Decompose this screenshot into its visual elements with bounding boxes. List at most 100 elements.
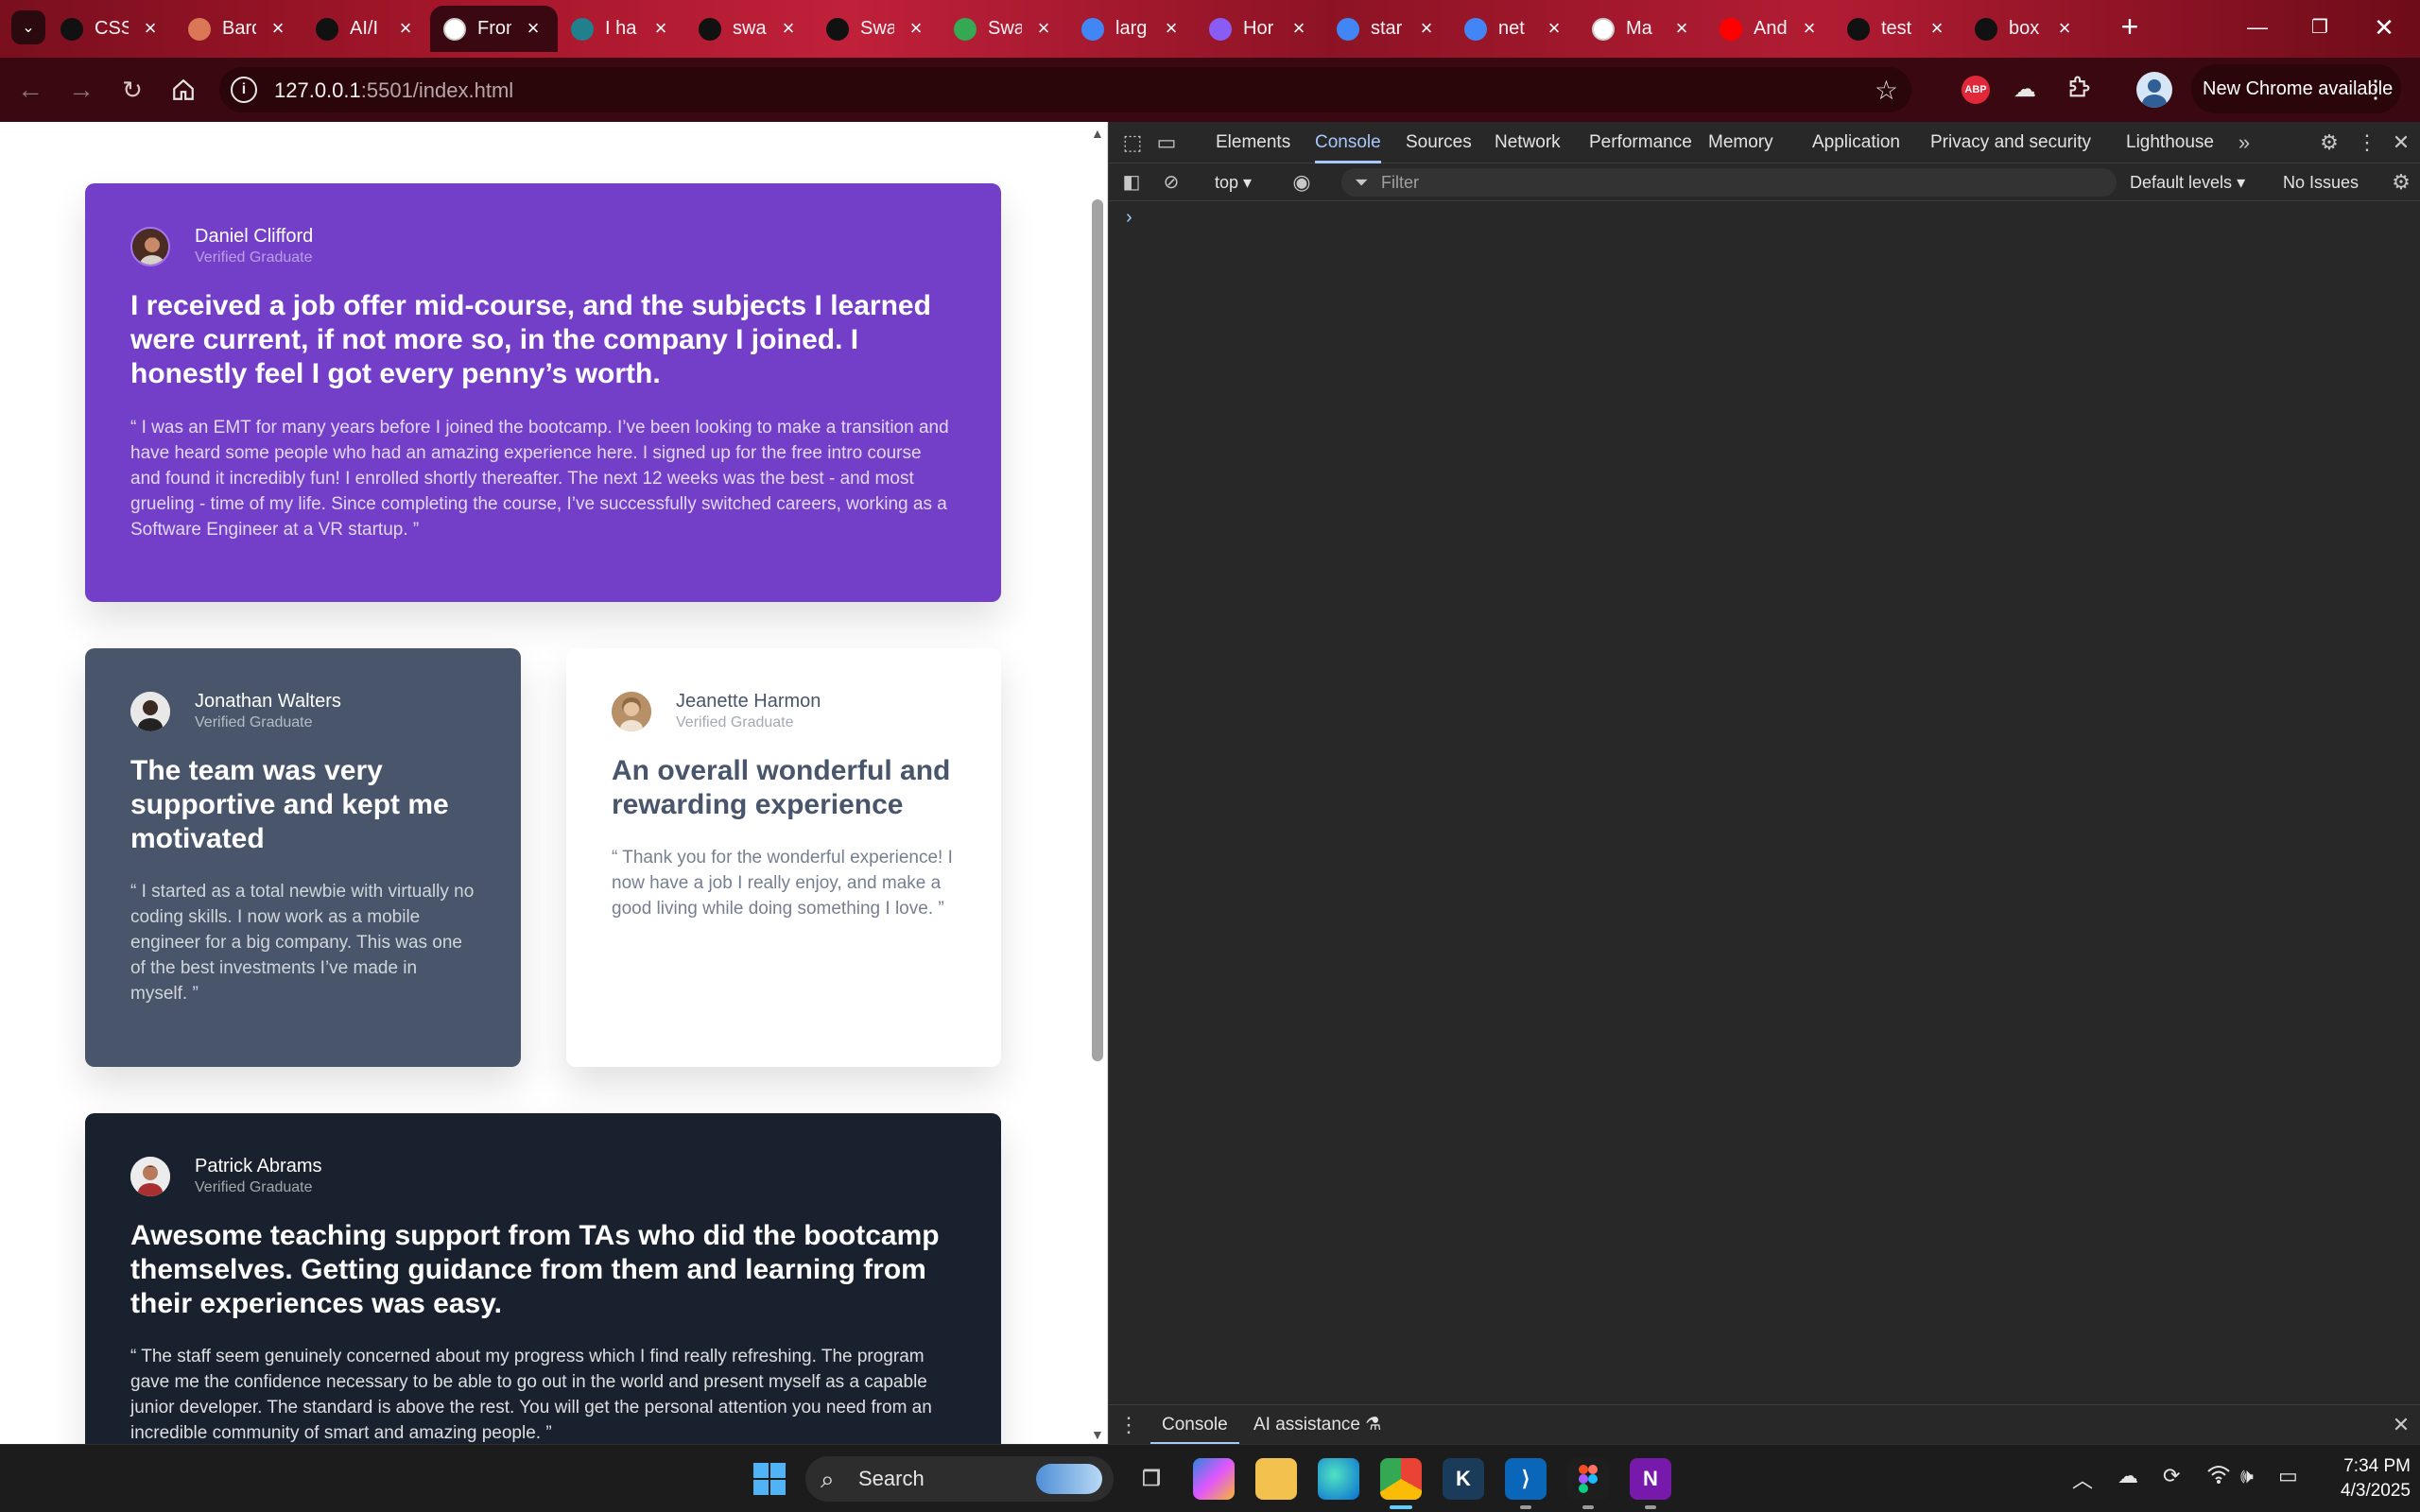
scroll-up-arrow-icon[interactable]: ▲: [1091, 126, 1104, 141]
browser-tab[interactable]: And ×: [1706, 6, 1834, 52]
browser-tab[interactable]: test ×: [1834, 6, 1962, 52]
browser-tab[interactable]: star ×: [1323, 6, 1451, 52]
battery-icon[interactable]: ▭: [2278, 1464, 2298, 1488]
inspect-element-icon[interactable]: ⬚: [1118, 122, 1147, 163]
browser-tab[interactable]: I ha ×: [558, 6, 685, 52]
devtools-tab-application[interactable]: Application: [1812, 122, 1900, 163]
onenote-icon[interactable]: N: [1630, 1458, 1671, 1509]
task-view-icon[interactable]: ❐: [1131, 1458, 1172, 1500]
browser-tab[interactable]: AI/I ×: [302, 6, 430, 52]
console-filter-input[interactable]: ⏷ Filter: [1341, 168, 2117, 197]
console-settings-gear-icon[interactable]: ⚙: [2387, 163, 2415, 201]
scroll-down-arrow-icon[interactable]: ▼: [1091, 1427, 1104, 1442]
chrome-icon[interactable]: [1380, 1458, 1422, 1509]
devtools-menu-icon[interactable]: ⋮: [2353, 122, 2381, 163]
site-info-icon[interactable]: i: [231, 77, 257, 103]
close-window-icon[interactable]: ✕: [2356, 9, 2412, 45]
more-tabs-chevron-icon[interactable]: »: [2230, 122, 2258, 163]
file-explorer-icon[interactable]: [1255, 1458, 1297, 1500]
figma-icon[interactable]: [1567, 1458, 1609, 1509]
adblock-plus-icon[interactable]: ABP: [1962, 76, 1990, 104]
back-arrow-icon[interactable]: ←: [11, 71, 49, 109]
windows-start-icon[interactable]: [749, 1458, 790, 1500]
close-tab-icon[interactable]: ×: [1031, 16, 1056, 41]
browser-tab[interactable]: CSS ×: [47, 6, 175, 52]
taskbar-search-box[interactable]: ⌕ Search: [805, 1456, 1114, 1502]
sync-icon[interactable]: ⟳: [2163, 1464, 2180, 1488]
console-prompt[interactable]: ›: [1126, 207, 1132, 229]
clear-console-icon[interactable]: ⊘: [1158, 163, 1184, 201]
chrome-menu-icon[interactable]: ⋮: [2363, 64, 2388, 113]
devtools-tab-console[interactable]: Console: [1315, 122, 1381, 163]
close-tab-icon[interactable]: ×: [1669, 16, 1694, 41]
drawer-menu-icon[interactable]: ⋮: [1118, 1405, 1139, 1445]
live-expression-eye-icon[interactable]: ◉: [1287, 163, 1317, 201]
close-tab-icon[interactable]: ×: [1925, 16, 1949, 41]
new-tab-button[interactable]: +: [2112, 9, 2148, 45]
close-tab-icon[interactable]: ×: [521, 16, 545, 41]
wifi-icon[interactable]: [2206, 1464, 2231, 1490]
close-tab-icon[interactable]: ×: [393, 16, 418, 41]
tab-search-chevron-icon[interactable]: ⌄: [11, 10, 45, 44]
drawer-tab-console[interactable]: Console: [1150, 1405, 1239, 1445]
devtools-tab-privacy-and-security[interactable]: Privacy and security: [1930, 122, 2091, 163]
url-text[interactable]: 127.0.0.1:5501/index.html: [274, 78, 513, 103]
system-clock[interactable]: 7:34 PM 4/3/2025: [2322, 1454, 2411, 1503]
devtools-tab-network[interactable]: Network: [1495, 122, 1561, 163]
devtools-tab-performance[interactable]: Performance: [1589, 122, 1692, 163]
devtools-tab-lighthouse[interactable]: Lighthouse: [2126, 122, 2214, 163]
close-tab-icon[interactable]: ×: [1159, 16, 1184, 41]
close-tab-icon[interactable]: ×: [2052, 16, 2077, 41]
close-tab-icon[interactable]: ×: [904, 16, 928, 41]
close-drawer-icon[interactable]: ✕: [2387, 1405, 2415, 1445]
forward-arrow-icon[interactable]: →: [62, 71, 100, 109]
scrollbar-thumb[interactable]: [1092, 199, 1103, 1061]
minimize-icon[interactable]: —: [2229, 9, 2286, 45]
restore-icon[interactable]: ❐: [2291, 9, 2348, 45]
close-tab-icon[interactable]: ×: [138, 16, 163, 41]
drawer-tab-ai-assistance[interactable]: AI assistance ⚗: [1253, 1405, 1381, 1445]
close-tab-icon[interactable]: ×: [1414, 16, 1439, 41]
browser-tab[interactable]: Hor ×: [1196, 6, 1323, 52]
browser-tab[interactable]: swa ×: [685, 6, 813, 52]
close-tab-icon[interactable]: ×: [1287, 16, 1311, 41]
extensions-puzzle-icon[interactable]: [2066, 74, 2093, 102]
close-devtools-icon[interactable]: ✕: [2387, 122, 2415, 163]
browser-tab[interactable]: box ×: [1962, 6, 2089, 52]
browser-tab[interactable]: Bard ×: [175, 6, 302, 52]
devtools-tab-sources[interactable]: Sources: [1406, 122, 1472, 163]
close-tab-icon[interactable]: ×: [1797, 16, 1822, 41]
onedrive-cloud-icon[interactable]: ☁: [2118, 1464, 2138, 1488]
show-hidden-icons-chevron-icon[interactable]: ︿: [2072, 1464, 2093, 1494]
volume-icon[interactable]: 🕪: [2240, 1464, 2254, 1488]
context-selector[interactable]: top ▾: [1215, 163, 1252, 201]
chrome-update-button[interactable]: New Chrome available ⋮: [2191, 64, 2401, 113]
profile-avatar[interactable]: [2136, 72, 2172, 108]
bookmark-star-icon[interactable]: ☆: [1875, 75, 1898, 106]
browser-tab[interactable]: Fron ×: [430, 6, 558, 52]
page-scrollbar[interactable]: ▲ ▼: [1087, 122, 1108, 1444]
app-k-icon[interactable]: K: [1443, 1458, 1484, 1500]
browser-tab[interactable]: Swa ×: [813, 6, 941, 52]
browser-tab[interactable]: Swa ×: [941, 6, 1068, 52]
copilot-icon[interactable]: [1193, 1458, 1235, 1500]
devtools-tab-elements[interactable]: Elements: [1216, 122, 1290, 163]
browser-tab[interactable]: net ×: [1451, 6, 1579, 52]
devtools-tab-memory[interactable]: Memory: [1708, 122, 1773, 163]
sidebar-toggle-icon[interactable]: ◧: [1118, 163, 1145, 201]
device-toolbar-icon[interactable]: ▭: [1152, 122, 1181, 163]
devtools-settings-gear-icon[interactable]: ⚙: [2315, 122, 2343, 163]
home-icon[interactable]: [164, 71, 202, 109]
close-tab-icon[interactable]: ×: [776, 16, 801, 41]
edge-icon[interactable]: [1318, 1458, 1359, 1500]
browser-tab[interactable]: larg ×: [1068, 6, 1196, 52]
close-tab-icon[interactable]: ×: [1542, 16, 1566, 41]
log-levels-dropdown[interactable]: Default levels ▾: [2130, 163, 2245, 201]
issues-counter[interactable]: No Issues: [2283, 163, 2359, 201]
vscode-icon[interactable]: ⟩: [1505, 1458, 1547, 1509]
close-tab-icon[interactable]: ×: [266, 16, 290, 41]
reload-icon[interactable]: ↻: [113, 71, 151, 109]
address-bar[interactable]: i 127.0.0.1:5501/index.html ☆: [219, 67, 1911, 112]
extension-cloud-icon[interactable]: ☁: [2014, 76, 2036, 104]
browser-tab[interactable]: Ma ×: [1579, 6, 1706, 52]
